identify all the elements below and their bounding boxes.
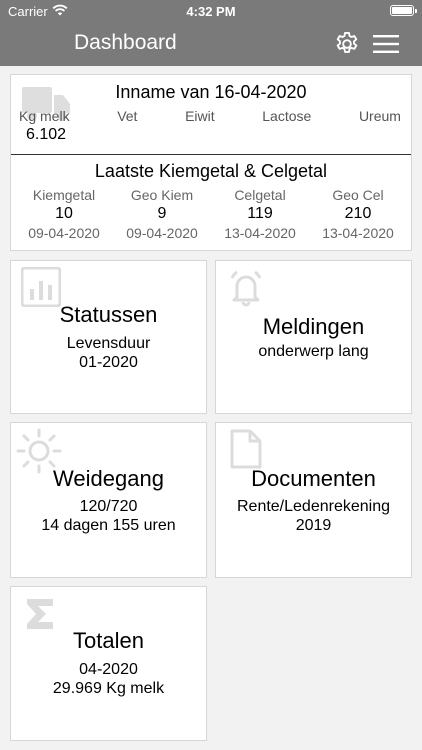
column-label: Geo Kiem	[130, 187, 194, 203]
column-date: 13-04-2020	[322, 225, 394, 241]
kiemgetal-subtitle: Laatste Kiemgetal & Celgetal	[94, 161, 328, 181]
label-eiwit: Eiwit	[185, 108, 215, 124]
tile-title: Documenten	[251, 466, 376, 491]
column-date: 09-04-2020	[28, 225, 100, 241]
tile-line: 120/720	[79, 498, 138, 515]
gear-icon[interactable]	[333, 30, 361, 58]
column-value: 119	[247, 205, 273, 222]
column-value: 210	[344, 205, 372, 222]
tile-line: 14 dagen 155 uren	[41, 517, 176, 534]
inname-card[interactable]: Inname van 16-04-2020 Kg melk Vet Eiwit …	[10, 74, 412, 251]
label-ureum: Ureum	[358, 108, 401, 124]
weidegang-tile[interactable]: Weidegang 120/720 14 dagen 155 uren	[10, 422, 207, 578]
column-date: 09-04-2020	[126, 225, 198, 241]
column-label: Celgetal	[234, 187, 286, 203]
bar-chart-icon	[21, 267, 61, 307]
milk-component-labels: Kg melk Vet Eiwit Lactose Ureum	[19, 108, 401, 124]
battery-icon	[390, 5, 417, 16]
navigation-bar: Dashboard	[0, 22, 422, 66]
hamburger-menu-icon[interactable]	[373, 34, 399, 54]
statussen-tile[interactable]: Statussen Levensduur 01-2020	[10, 260, 207, 414]
documenten-tile[interactable]: Documenten Rente/Ledenrekening 2019	[215, 422, 412, 578]
page-title: Dashboard	[74, 31, 177, 54]
tile-line: Rente/Ledenrekening	[236, 498, 390, 515]
column-date: 13-04-2020	[224, 225, 296, 241]
clock: 4:32 PM	[186, 4, 236, 19]
column-value: 9	[157, 205, 167, 222]
column-label: Kiemgetal	[32, 187, 96, 203]
kiemgetal-grid: Kiemgetal 10 09-04-2020 Geo Kiem 9 09-04…	[15, 187, 407, 241]
inname-title: Inname van 16-04-2020	[115, 82, 307, 102]
tile-line: onderwerp lang	[258, 343, 369, 360]
kiemgetal-column: Kiemgetal 10 09-04-2020	[15, 187, 113, 241]
label-vet: Vet	[117, 108, 138, 124]
column-value: 10	[55, 205, 73, 222]
status-bar: Carrier 4:32 PM	[0, 0, 422, 22]
tile-line: 01-2020	[79, 354, 138, 371]
tile-title: Meldingen	[262, 314, 365, 339]
totalen-tile[interactable]: Totalen 04-2020 29.969 Kg melk	[10, 586, 207, 741]
document-icon	[230, 429, 262, 469]
tile-line: 2019	[295, 517, 332, 534]
column-label: Geo Cel	[332, 187, 384, 203]
tile-title: Weidegang	[53, 466, 164, 491]
kg-melk-value: 6.102	[26, 126, 67, 143]
tile-line: 04-2020	[79, 661, 138, 678]
tile-line: 29.969 Kg melk	[52, 680, 165, 697]
meldingen-tile[interactable]: Meldingen onderwerp lang	[215, 260, 412, 414]
tile-line: Levensduur	[66, 335, 151, 352]
bell-icon	[230, 270, 262, 307]
celgetal-column: Celgetal 119 13-04-2020	[211, 187, 309, 241]
tile-title: Totalen	[73, 628, 144, 653]
label-lactose: Lactose	[262, 108, 312, 124]
label-kg-melk: Kg melk	[19, 108, 70, 124]
tile-title: Statussen	[59, 302, 158, 327]
divider	[11, 154, 411, 155]
sigma-icon	[27, 599, 53, 629]
geo-kiem-column: Geo Kiem 9 09-04-2020	[113, 187, 211, 241]
geo-cel-column: Geo Cel 210 13-04-2020	[309, 187, 407, 241]
